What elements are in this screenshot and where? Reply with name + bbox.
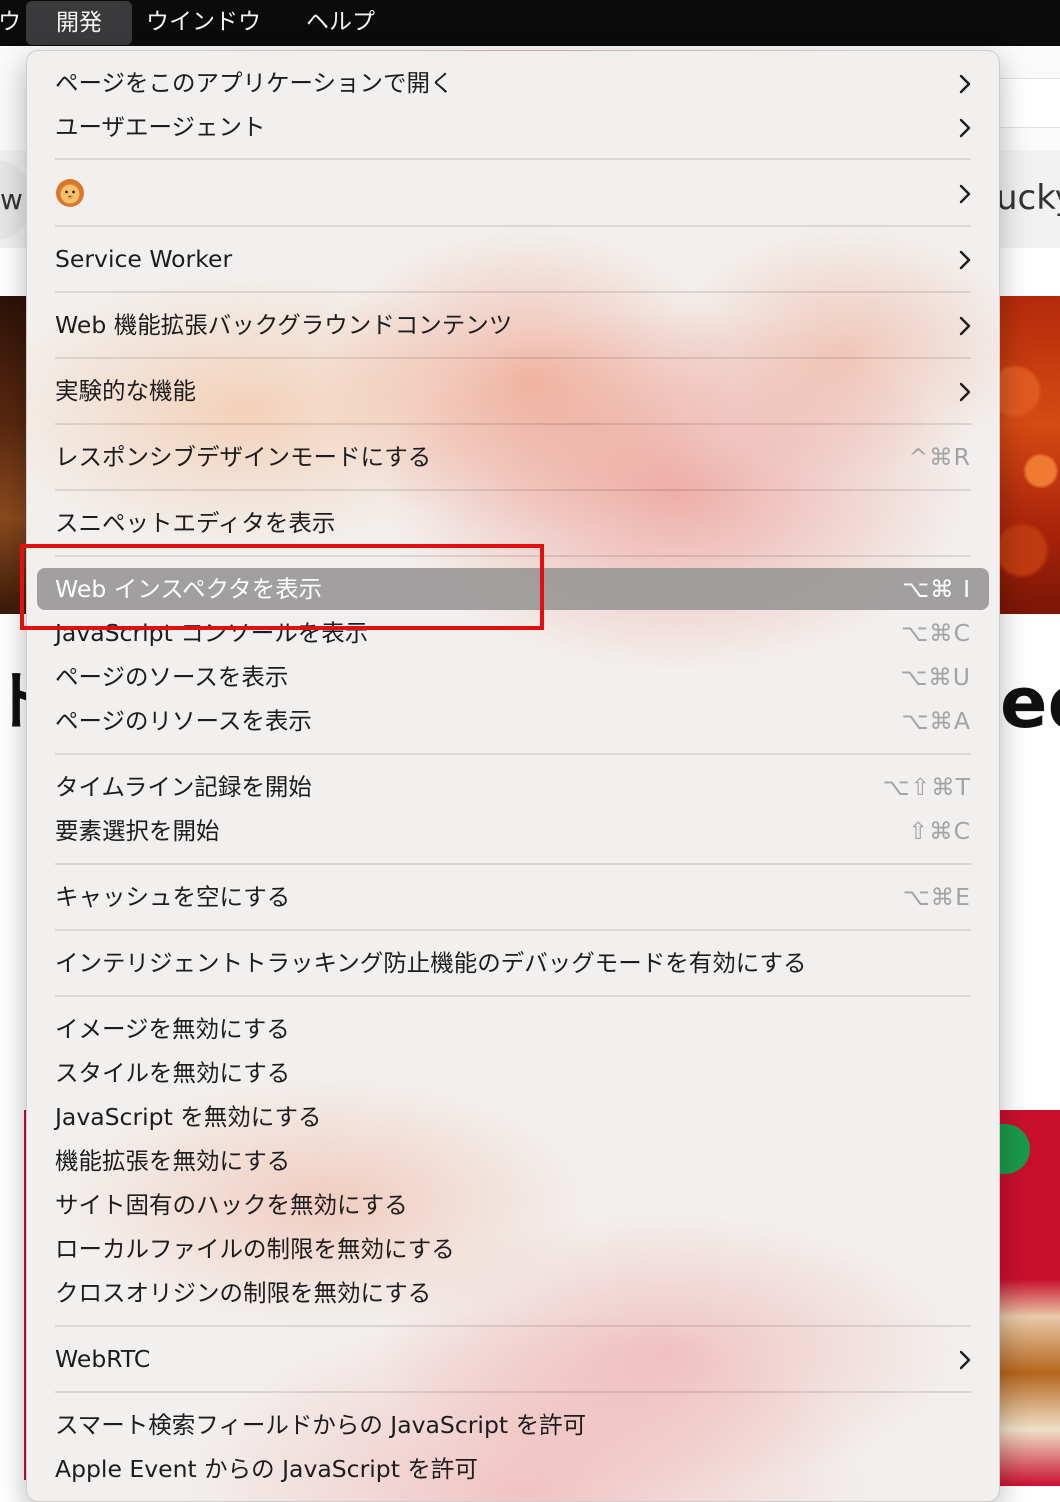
menu-item-disable-styles[interactable]: スタイルを無効にする [55,1053,971,1093]
menu-separator [55,863,971,865]
nav-text-fragment: w [0,183,23,216]
menu-item-label: Web 機能拡張バックグラウンドコンテンツ [55,311,513,339]
menu-item-disable-cross-origin-restrictions[interactable]: クロスオリジンの制限を無効にする [55,1273,971,1313]
menu-item-disable-site-hacks[interactable]: サイト固有のハックを無効にする [55,1185,971,1225]
menu-separator [55,225,971,227]
menu-item-disable-javascript[interactable]: JavaScript を無効にする [55,1097,971,1137]
menu-separator [55,995,971,997]
menubar-item-partial[interactable]: ウ [0,0,21,46]
menu-item-empty-caches[interactable]: キャッシュを空にする ⌥⌘E [55,877,971,917]
menu-item-label: スマート検索フィールドからの JavaScript を許可 [55,1411,587,1439]
annotation-highlight-box [20,544,544,630]
chevron-right-icon [959,305,971,336]
menubar-item-window[interactable]: ウインドウ [146,0,261,46]
menu-item-label: WebRTC [55,1345,151,1373]
menu-item-disable-extensions[interactable]: 機能拡張を無効にする [55,1141,971,1181]
shortcut-label: ⌥⌘A [901,707,971,735]
lion-emoji-icon [55,173,85,213]
menu-separator [55,753,971,755]
menu-item-label: JavaScript を無効にする [55,1103,322,1131]
menu-item-label: キャッシュを空にする [55,883,291,911]
shortcut-label: ⌥⌘E [902,883,971,911]
menu-item-label: インテリジェントトラッキング防止機能のデバッグモードを有効にする [55,949,807,977]
chevron-right-icon [959,63,971,94]
develop-menu: ページをこのアプリケーションで開く ユーザエージェント Service Work… [26,50,1000,1502]
menu-item-label: スタイルを無効にする [55,1059,291,1087]
menu-item-label: サイト固有のハックを無効にする [55,1191,408,1219]
banner-image-right [996,296,1060,614]
menu-separator [55,489,971,491]
menu-item-timeline-recording[interactable]: タイムライン記録を開始 ⌥⇧⌘T [55,767,971,807]
chevron-right-icon [959,173,971,204]
chevron-right-icon [959,371,971,402]
menu-separator [55,929,971,931]
chevron-right-icon [959,1339,971,1370]
menu-item-user-agent[interactable]: ユーザエージェント [55,107,971,147]
shortcut-label: ⌥⇧⌘T [882,773,971,801]
shortcut-label: ⌥⌘U [900,663,971,691]
menu-item-allow-js-apple-events[interactable]: Apple Event からの JavaScript を許可 [55,1449,971,1489]
chevron-right-icon [959,239,971,270]
menu-item-label: ページをこのアプリケーションで開く [55,69,454,97]
address-bar[interactable] [990,78,1060,128]
menu-bar: ウ 開発 ウインドウ ヘルプ [0,0,1060,46]
menu-item-element-selection[interactable]: 要素選択を開始 ⇧⌘C [55,811,971,851]
menu-separator [55,1325,971,1327]
menu-item-open-page-with[interactable]: ページをこのアプリケーションで開く [55,63,971,103]
menu-separator [55,357,971,359]
menu-item-label: ページのソースを表示 [55,663,289,691]
menu-item-label: 実験的な機能 [55,377,196,405]
shortcut-label: ⇧⌘C [908,817,971,845]
menubar-item-help[interactable]: ヘルプ [306,0,375,46]
menu-item-label: Service Worker [55,245,233,273]
page-heading-fragment-right: ed [1000,662,1060,744]
menu-item-label: ユーザエージェント [55,113,266,141]
shortcut-label: ⌥⌘C [901,619,971,647]
menu-item-label: スニペットエディタを表示 [55,509,336,537]
menu-item-disable-local-file-restrictions[interactable]: ローカルファイルの制限を無効にする [55,1229,971,1269]
menu-item-service-worker[interactable]: Service Worker [55,239,971,279]
menu-item-label: ページのリソースを表示 [55,707,312,735]
menu-item-allow-js-smart-search[interactable]: スマート検索フィールドからの JavaScript を許可 [55,1405,971,1445]
menu-separator [55,158,971,160]
menu-item-page-resources[interactable]: ページのリソースを表示 ⌥⌘A [55,701,971,741]
menu-item-label: 要素選択を開始 [55,817,220,845]
menu-item-responsive-design[interactable]: レスポンシブデザインモードにする ^⌘R [55,437,971,477]
menu-separator [55,1391,971,1393]
menu-item-page-source[interactable]: ページのソースを表示 ⌥⌘U [55,657,971,697]
menu-item-experimental-features[interactable]: 実験的な機能 [55,371,971,411]
shortcut-label: ⌥⌘ I [902,575,971,603]
menu-item-snippet-editor[interactable]: スニペットエディタを表示 [55,503,971,543]
menu-item-itp-debug-mode[interactable]: インテリジェントトラッキング防止機能のデバッグモードを有効にする [55,943,971,983]
menubar-item-develop[interactable]: 開発 [26,1,132,45]
menu-item-label: 機能拡張を無効にする [55,1147,291,1175]
menu-item-device[interactable] [55,173,971,213]
nav-text-fragment-right: ucky [996,178,1060,218]
menu-item-label: レスポンシブデザインモードにする [55,443,432,471]
menu-separator [55,423,971,425]
chevron-right-icon [959,107,971,138]
menu-item-webrtc[interactable]: WebRTC [55,1339,971,1379]
shortcut-label: ^⌘R [908,443,971,471]
menu-item-label: クロスオリジンの制限を無効にする [55,1279,432,1307]
menu-item-extension-background[interactable]: Web 機能拡張バックグラウンドコンテンツ [55,305,971,345]
menu-item-label: Apple Event からの JavaScript を許可 [55,1455,478,1483]
menu-item-label: タイムライン記録を開始 [55,773,312,801]
menu-item-disable-images[interactable]: イメージを無効にする [55,1009,971,1049]
menu-separator [55,291,971,293]
menu-item-label: ローカルファイルの制限を無効にする [55,1235,455,1263]
menu-item-label: イメージを無効にする [55,1015,290,1043]
